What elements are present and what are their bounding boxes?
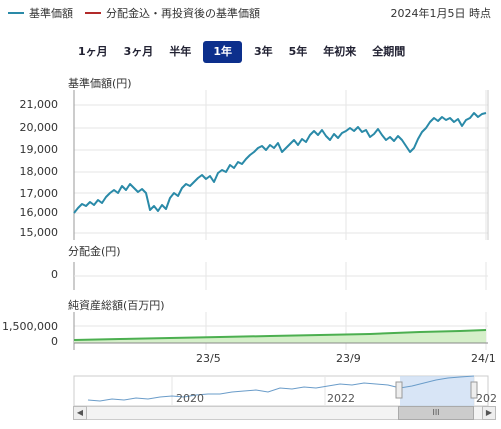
chart-canvas <box>73 90 489 407</box>
navigator-year-label: 2022 <box>327 392 355 405</box>
scroll-right-button[interactable]: ▶ <box>482 406 496 420</box>
scrollbar-thumb[interactable]: III <box>398 406 474 420</box>
nav-grid <box>74 90 488 240</box>
scroll-left-button[interactable]: ◀ <box>73 406 87 420</box>
navigator-year-label: 2020 <box>176 392 204 405</box>
navigator-year-label: 202 <box>476 392 497 405</box>
navigator-left-handle[interactable] <box>395 381 403 399</box>
navigator-selection[interactable] <box>400 376 474 406</box>
